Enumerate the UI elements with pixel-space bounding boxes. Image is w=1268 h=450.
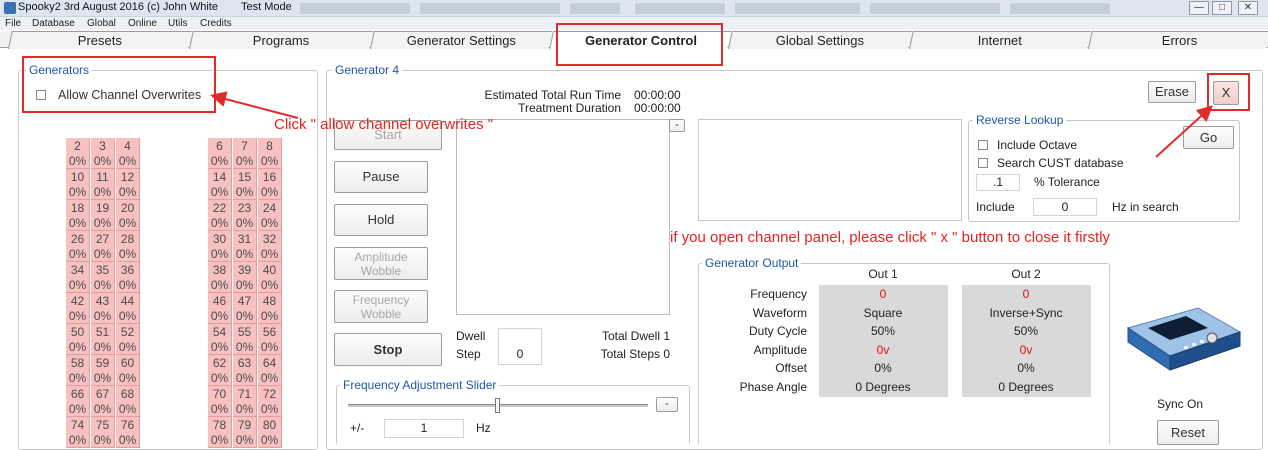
arrow-to-overwrites <box>210 91 299 119</box>
arrow-to-close <box>1155 105 1213 158</box>
annotation-arrows <box>210 91 1213 158</box>
